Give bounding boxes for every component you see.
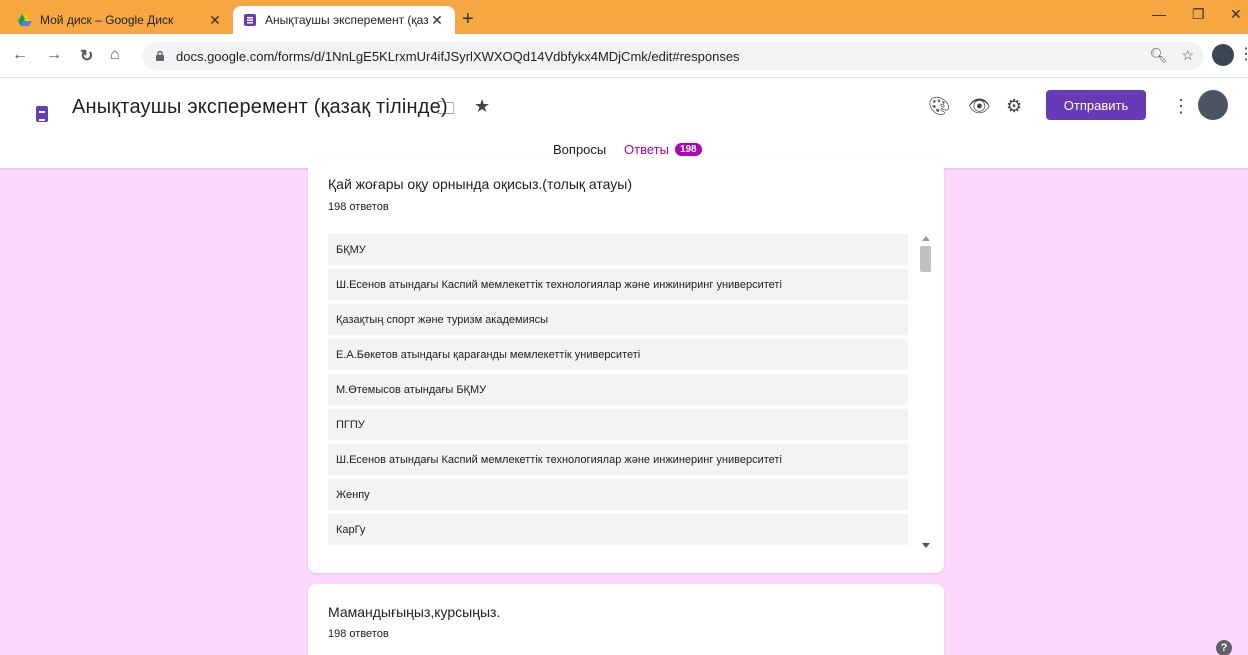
browser-tab-form[interactable]: Анықтаушы эксперемент (қазақ тілінде) ✕ bbox=[233, 6, 455, 34]
back-icon[interactable]: ← bbox=[12, 46, 28, 64]
more-menu-icon[interactable]: ⋮ bbox=[1172, 96, 1190, 117]
send-button[interactable]: Отправить bbox=[1046, 90, 1146, 120]
minimize-icon[interactable]: — bbox=[1152, 6, 1166, 22]
scroll-thumb[interactable] bbox=[920, 246, 931, 272]
list-item: М.Өтемысов атындағы БҚМУ bbox=[328, 374, 908, 405]
question-title: Мамандығыңыз,курсыңыз. bbox=[328, 604, 501, 620]
list-item: ПГПУ bbox=[328, 409, 908, 440]
reload-icon[interactable]: ↻ bbox=[80, 46, 93, 66]
preview-eye-icon[interactable]: 👁︎ bbox=[968, 96, 991, 117]
list-item: БҚМУ bbox=[328, 234, 908, 265]
list-item: Женпу bbox=[328, 479, 908, 510]
question-card: Мамандығыңыз,курсыңыз. 198 ответов bbox=[308, 584, 944, 655]
palette-icon[interactable]: 🎨︎ bbox=[928, 96, 951, 117]
new-tab-button[interactable]: + bbox=[462, 8, 474, 31]
list-item: Қазақтың спорт және туризм академиясы bbox=[328, 304, 908, 335]
forward-icon[interactable]: → bbox=[46, 46, 62, 64]
browser-menu-icon[interactable]: ⋮ bbox=[1238, 44, 1248, 64]
list-item: КарГу bbox=[328, 514, 908, 545]
restore-icon[interactable]: ❐ bbox=[1192, 6, 1205, 23]
list-scrollbar[interactable] bbox=[918, 232, 934, 552]
scroll-up-icon[interactable] bbox=[922, 236, 930, 241]
scroll-down-icon[interactable] bbox=[922, 543, 930, 548]
response-list[interactable]: БҚМУ Ш.Есенов атындағы Каспий мемлекетті… bbox=[328, 234, 908, 552]
avatar[interactable] bbox=[1198, 90, 1228, 120]
browser-tab-drive[interactable]: Мой диск – Google Диск ✕ bbox=[8, 6, 233, 34]
tab-answers[interactable]: Ответы 198 bbox=[624, 142, 702, 157]
bookmark-star-icon[interactable]: ☆ bbox=[1181, 47, 1194, 64]
google-forms-icon bbox=[244, 14, 256, 26]
page-title[interactable]: Анықтаушы эксперемент (қазақ тілінде) bbox=[72, 96, 448, 119]
forms-header: Анықтаушы эксперемент (қазақ тілінде) 🗀 … bbox=[0, 78, 1248, 168]
forms-doc-icon[interactable] bbox=[36, 106, 48, 122]
tab-title: Анықтаушы эксперемент (қазақ тілінде) bbox=[265, 13, 429, 27]
url-input[interactable]: docs.google.com/forms/d/1NnLgE5KLrxmUr4i… bbox=[142, 42, 1204, 70]
tab-questions[interactable]: Вопросы bbox=[553, 142, 606, 157]
settings-gear-icon[interactable]: ⚙ bbox=[1006, 96, 1022, 117]
list-item: Е.А.Бөкетов атындағы қарағанды мемлекетт… bbox=[328, 339, 908, 370]
response-count: 198 ответов bbox=[328, 628, 389, 640]
answers-count-badge: 198 bbox=[674, 143, 702, 156]
help-icon[interactable]: ? bbox=[1216, 640, 1232, 655]
zoom-icon[interactable]: 🔍︎ bbox=[1150, 47, 1168, 64]
browser-tab-strip: Мой диск – Google Диск ✕ Анықтаушы экспе… bbox=[0, 0, 1248, 34]
google-drive-icon bbox=[18, 14, 32, 26]
tab-answers-label: Ответы bbox=[624, 142, 669, 157]
list-item: Ш.Есенов атындағы Каспий мемлекеттік тех… bbox=[328, 444, 908, 475]
folder-icon[interactable]: 🗀 bbox=[437, 96, 455, 126]
window-close-icon[interactable]: ✕ bbox=[1230, 6, 1242, 23]
url-text: docs.google.com/forms/d/1NnLgE5KLrxmUr4i… bbox=[176, 48, 740, 64]
address-bar: ← → ↻ ⌂ docs.google.com/forms/d/1NnLgE5K… bbox=[0, 34, 1248, 78]
close-icon[interactable]: ✕ bbox=[429, 12, 445, 29]
profile-avatar[interactable] bbox=[1212, 44, 1234, 66]
star-icon[interactable]: ★ bbox=[474, 96, 490, 117]
question-title: Қай жоғары оқу орнында оқисыз.(толық ата… bbox=[328, 176, 633, 192]
lock-icon bbox=[156, 50, 164, 61]
tab-title: Мой диск – Google Диск bbox=[40, 13, 174, 27]
question-card: Қай жоғары оқу орнында оқисыз.(толық ата… bbox=[308, 158, 944, 573]
close-icon[interactable]: ✕ bbox=[207, 12, 223, 29]
home-icon[interactable]: ⌂ bbox=[110, 46, 120, 64]
response-count: 198 ответов bbox=[328, 201, 389, 213]
list-item: Ш.Есенов атындағы Каспий мемлекеттік тех… bbox=[328, 269, 908, 300]
